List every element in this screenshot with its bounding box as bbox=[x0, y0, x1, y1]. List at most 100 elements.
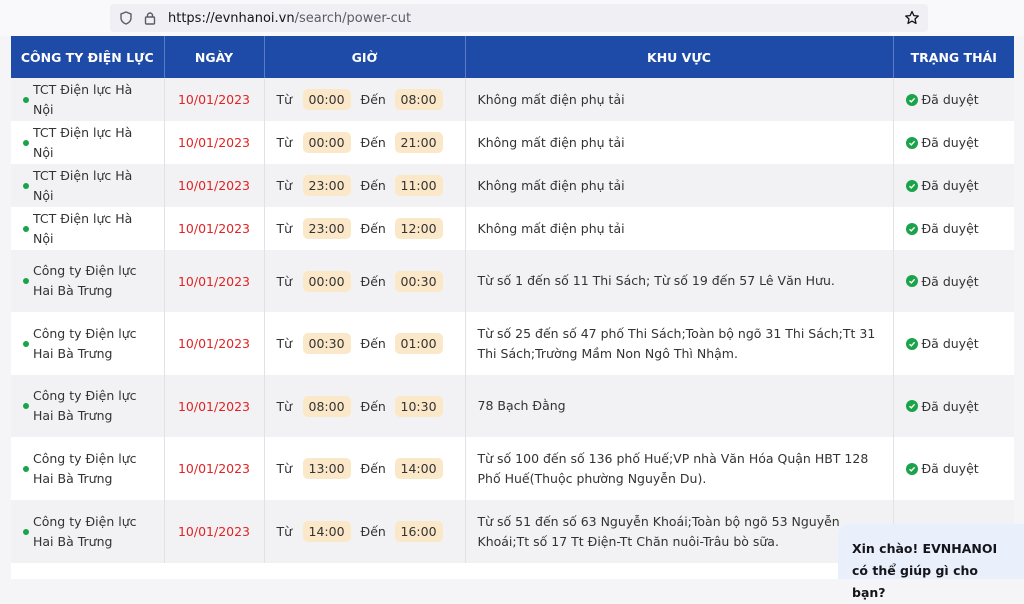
to-time: 10:30 bbox=[394, 395, 443, 417]
status-dot-icon bbox=[23, 182, 29, 189]
header-company: CÔNG TY ĐIỆN LỰC bbox=[11, 36, 165, 78]
from-label: Từ bbox=[276, 92, 293, 107]
cell-area: Không mất điện phụ tải bbox=[465, 207, 894, 250]
table-row: Công ty Điện lực Hai Bà Trưng 10/01/2023 T… bbox=[11, 250, 1014, 312]
power-cut-table: CÔNG TY ĐIỆN LỰC NGÀY GIỜ KHU VỰC TRẠNG … bbox=[11, 36, 1014, 563]
to-label: Đến bbox=[360, 524, 386, 539]
from-time: 00:00 bbox=[302, 132, 351, 153]
table-row: TCT Điện lực Hà Nội 10/01/2023 Từ 00:00 Đến 2… bbox=[11, 121, 1014, 164]
cell-area: Từ số 1 đến số 11 Thi Sách; Từ số 19 đến… bbox=[465, 250, 894, 312]
table-row: Công ty Điện lực Hai Bà Trưng 10/01/2023 T… bbox=[11, 312, 1014, 375]
cell-status: Đã duyệt bbox=[893, 375, 1014, 437]
status-text: Đã duyệt bbox=[921, 336, 979, 351]
cell-company: Công ty Điện lực Hai Bà Trưng bbox=[11, 250, 165, 312]
cell-company: TCT Điện lực Hà Nội bbox=[11, 121, 165, 164]
cell-company: TCT Điện lực Hà Nội bbox=[11, 164, 165, 207]
from-label: Từ bbox=[276, 273, 293, 289]
cell-company: Công ty Điện lực Hai Bà Trưng bbox=[11, 437, 165, 500]
company-name: TCT Điện lực Hà Nội bbox=[33, 210, 133, 246]
from-time: 00:00 bbox=[302, 89, 351, 110]
cell-date: 10/01/2023 bbox=[164, 437, 265, 500]
from-time: 13:00 bbox=[302, 458, 351, 479]
status-text: Đã duyệt bbox=[921, 135, 979, 150]
status-dot-icon bbox=[23, 528, 29, 535]
to-label: Đến bbox=[360, 273, 386, 289]
shield-icon[interactable] bbox=[118, 10, 134, 26]
to-label: Đến bbox=[360, 336, 386, 351]
company-name: TCT Điện lực Hà Nội bbox=[33, 124, 133, 160]
from-label: Từ bbox=[276, 398, 293, 414]
to-label: Đến bbox=[360, 178, 386, 193]
to-time: 08:00 bbox=[394, 89, 443, 110]
status-text: Đã duyệt bbox=[921, 461, 979, 476]
power-cut-table-container: CÔNG TY ĐIỆN LỰC NGÀY GIỜ KHU VỰC TRẠNG … bbox=[11, 36, 1014, 579]
to-time: 14:00 bbox=[394, 458, 443, 479]
chat-greeting-text: Xin chào! EVNHANOI có thể giúp gì cho bạ… bbox=[852, 541, 998, 600]
status-dot-icon bbox=[23, 403, 29, 409]
company-name: Công ty Điện lực Hai Bà Trưng bbox=[33, 450, 137, 486]
status-text: Đã duyệt bbox=[921, 273, 979, 289]
to-time: 16:00 bbox=[394, 521, 443, 542]
to-time: 12:00 bbox=[394, 218, 443, 239]
table-row: Công ty Điện lực Hai Bà Trưng 10/01/2023 T… bbox=[11, 375, 1014, 437]
cell-date: 10/01/2023 bbox=[164, 78, 265, 121]
cell-time: Từ 00:00 Đến 00:30 bbox=[264, 250, 466, 312]
cell-time: Từ 23:00 Đến 12:00 bbox=[264, 207, 466, 250]
from-time: 00:30 bbox=[302, 333, 351, 354]
check-circle-icon bbox=[905, 222, 918, 235]
cell-time: Từ 08:00 Đến 10:30 bbox=[264, 375, 466, 437]
from-label: Từ bbox=[276, 221, 293, 236]
browser-toolbar: https://evnhanoi.vn/search/power-cut bbox=[0, 0, 1024, 36]
company-name: Công ty Điện lực Hai Bà Trưng bbox=[33, 513, 137, 549]
lock-icon[interactable] bbox=[142, 10, 158, 26]
status-dot-icon bbox=[23, 225, 29, 232]
status-dot-icon bbox=[23, 96, 29, 103]
url-text[interactable]: https://evnhanoi.vn/search/power-cut bbox=[168, 11, 411, 26]
cell-date: 10/01/2023 bbox=[164, 312, 265, 375]
from-label: Từ bbox=[276, 461, 293, 476]
cell-company: Công ty Điện lực Hai Bà Trưng bbox=[11, 375, 165, 437]
bookmark-star-icon[interactable] bbox=[904, 10, 920, 26]
check-circle-icon bbox=[905, 93, 918, 106]
check-circle-icon bbox=[905, 179, 918, 192]
cell-date: 10/01/2023 bbox=[164, 164, 265, 207]
to-label: Đến bbox=[360, 398, 386, 414]
table-row: TCT Điện lực Hà Nội 10/01/2023 Từ 23:00 Đến 1… bbox=[11, 164, 1014, 207]
from-label: Từ bbox=[276, 135, 293, 150]
from-time: 08:00 bbox=[302, 395, 351, 417]
status-text: Đã duyệt bbox=[921, 92, 979, 107]
to-label: Đến bbox=[360, 135, 386, 150]
table-row: Công ty Điện lực Hai Bà Trưng 10/01/2023 T… bbox=[11, 437, 1014, 500]
from-label: Từ bbox=[276, 524, 293, 539]
cell-area: Không mất điện phụ tải bbox=[465, 164, 894, 207]
cell-date: 10/01/2023 bbox=[164, 207, 265, 250]
cell-company: TCT Điện lực Hà Nội bbox=[11, 78, 165, 121]
header-time: GIỜ bbox=[264, 36, 466, 78]
cell-area: Từ số 100 đến số 136 phố Huế;VP nhà Văn … bbox=[465, 437, 894, 500]
from-time: 23:00 bbox=[302, 175, 351, 196]
cell-area: Không mất điện phụ tải bbox=[465, 121, 894, 164]
from-time: 23:00 bbox=[302, 218, 351, 239]
cell-time: Từ 00:30 Đến 01:00 bbox=[264, 312, 466, 375]
cell-status: Đã duyệt bbox=[893, 78, 1014, 121]
from-time: 14:00 bbox=[302, 521, 351, 542]
cell-status: Đã duyệt bbox=[893, 437, 1014, 500]
cell-status: Đã duyệt bbox=[893, 164, 1014, 207]
address-bar[interactable]: https://evnhanoi.vn/search/power-cut bbox=[110, 4, 928, 32]
cell-area: Từ số 25 đến số 47 phố Thi Sách;Toàn bộ … bbox=[465, 312, 894, 375]
cell-status: Đã duyệt bbox=[893, 250, 1014, 312]
cell-time: Từ 00:00 Đến 21:00 bbox=[264, 121, 466, 164]
cell-area: Không mất điện phụ tải bbox=[465, 78, 894, 121]
company-name: Công ty Điện lực Hai Bà Trưng bbox=[33, 263, 137, 298]
to-time: 11:00 bbox=[394, 175, 443, 196]
header-status: TRẠNG THÁI bbox=[893, 36, 1014, 78]
cell-date: 10/01/2023 bbox=[164, 375, 265, 437]
status-dot-icon bbox=[23, 465, 29, 472]
chat-greeting-bubble[interactable]: Xin chào! EVNHANOI có thể giúp gì cho bạ… bbox=[838, 524, 1024, 600]
cell-time: Từ 14:00 Đến 16:00 bbox=[264, 500, 466, 563]
to-label: Đến bbox=[360, 92, 386, 107]
status-text: Đã duyệt bbox=[921, 178, 979, 193]
cell-status: Đã duyệt bbox=[893, 121, 1014, 164]
from-label: Từ bbox=[276, 178, 293, 193]
company-name: Công ty Điện lực Hai Bà Trưng bbox=[33, 325, 137, 361]
